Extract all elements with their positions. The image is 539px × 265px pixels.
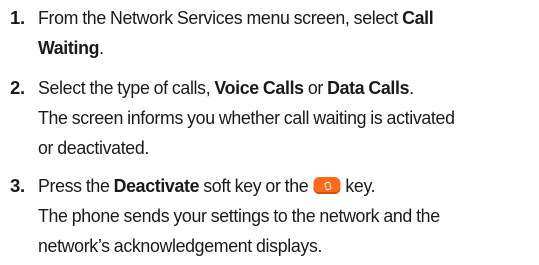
step-line: The phone sends your settings to the net… [38,205,440,226]
bold-term: Waiting [38,37,100,58]
step-number: 3. [10,175,25,196]
end-key-icon [313,177,341,194]
bold-term: Data Calls [327,77,410,98]
text-span: . [409,77,414,98]
bold-term: Call [402,7,434,28]
bold-term: Deactivate [113,175,200,196]
text-span: From the Network Services menu screen, s… [38,7,403,28]
step-line: The screen informs you whether call wait… [38,107,455,128]
bold-term: Voice Calls [214,77,304,98]
step-text: Select the type of calls, Voice Calls or… [38,73,518,163]
text-span: Press the [38,175,114,196]
text-span: . [99,37,104,58]
step-line: From the Network Services menu screen, s… [38,3,518,33]
step-line: Select the type of calls, Voice Calls or… [38,73,518,103]
text-span: or [303,77,328,98]
text-span: Select the type of calls, [38,77,215,98]
step-text: From the Network Services menu screen, s… [38,3,518,63]
step-number: 2. [10,77,25,98]
step-number: 1. [10,7,25,28]
instruction-page: 1. From the Network Services menu screen… [0,0,539,265]
step-line: network’s acknowledgement displays. [38,235,323,256]
text-span: soft key or the [199,175,313,196]
step-line: Press the Deactivate soft key or the key… [38,171,518,201]
text-span: key. [341,175,376,196]
step-text: Press the Deactivate soft key or the key… [38,171,518,261]
step-line: Waiting. [38,33,518,63]
step-line: or deactivated. [38,137,149,158]
